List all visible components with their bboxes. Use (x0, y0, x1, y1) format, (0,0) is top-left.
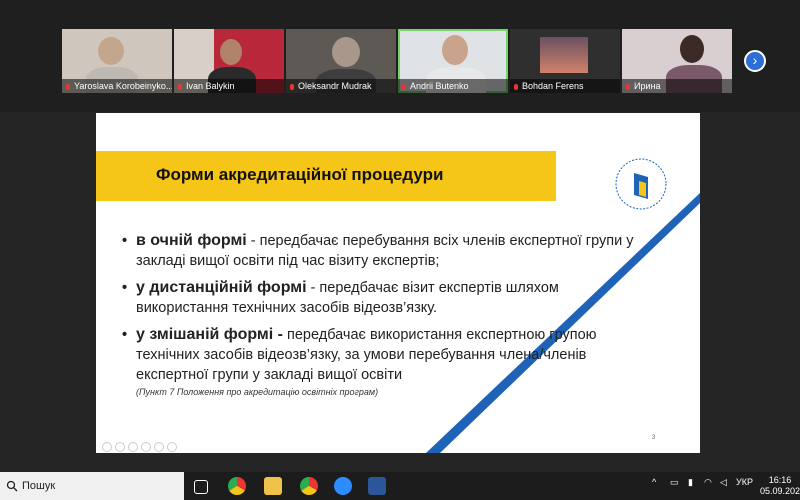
participant-name: Yaroslava Korobeinyko... (62, 79, 172, 93)
bullet-list: • в очній формі - передбачає перебування… (122, 231, 642, 397)
mic-muted-icon (513, 82, 519, 90)
wifi-icon[interactable]: ◠ (704, 477, 712, 488)
bullet-item: • у змішаній формі - передбачає використ… (122, 325, 642, 385)
mic-muted-icon (177, 82, 183, 90)
participant-tile[interactable]: Yaroslava Korobeinyko... (62, 29, 172, 93)
participant-name: Ирина (622, 79, 732, 93)
volume-icon[interactable]: ◁ (720, 477, 727, 488)
participant-avatar (540, 37, 588, 73)
chevron-up-icon[interactable]: ^ (652, 477, 656, 487)
participant-name-text: Ирина (634, 81, 661, 91)
zoom-app-icon[interactable] (334, 477, 352, 495)
bullet-keyword: у змішаній формі - (136, 326, 283, 343)
participant-name: Oleksandr Mudrak (286, 79, 396, 93)
participant-video (442, 35, 468, 65)
bullet-keyword: у дистанційній формі (136, 279, 307, 296)
participant-name: Andrii Butenko (398, 79, 508, 93)
search-label: Пошук (22, 480, 56, 492)
participant-video (220, 39, 242, 65)
taskbar: Пошук ^ ▭ ▮ ◠ ◁ УКР 16:16 05.09.202 (0, 472, 800, 500)
system-clock[interactable]: 16:16 05.09.202 (760, 475, 800, 497)
participant-tile[interactable]: Ivan Balykin (174, 29, 284, 93)
participant-name-text: Ivan Balykin (186, 81, 235, 91)
pen-icon[interactable] (128, 442, 138, 452)
slide-title: Форми акредитаційної процедури (156, 165, 444, 184)
mic-muted-icon (625, 82, 631, 90)
language-indicator[interactable]: УКР (736, 477, 753, 487)
clock-time: 16:16 (768, 475, 792, 485)
participant-tile[interactable]: Bohdan Ferens (510, 29, 620, 93)
bullet-dot: • (122, 233, 128, 249)
bullet-item: • в очній формі - передбачає перебування… (122, 231, 642, 271)
participant-strip: Yaroslava Korobeinyko... Ivan Balykin Ol… (0, 0, 800, 112)
next-slide-icon[interactable] (115, 442, 125, 452)
previous-slide-icon[interactable] (102, 442, 112, 452)
participant-name-text: Andrii Butenko (410, 81, 469, 91)
participant-name-text: Oleksandr Mudrak (298, 81, 372, 91)
shared-slide: Форми акредитаційної процедури • в очній… (96, 113, 700, 453)
participant-tile-active[interactable]: Andrii Butenko (398, 29, 508, 93)
network-icon[interactable]: ▭ (670, 477, 679, 488)
participant-tile[interactable]: Oleksandr Mudrak (286, 29, 396, 93)
search-icon (6, 480, 18, 492)
slide-footnote: (Пункт 7 Положення про акредитацію освіт… (136, 387, 379, 397)
bullet-item: • у дистанційній формі - передбачає візи… (122, 278, 642, 318)
bullet-dot: • (122, 327, 128, 343)
chrome-icon[interactable] (228, 477, 246, 495)
mic-muted-icon (289, 82, 295, 90)
next-participants-button[interactable]: › (744, 50, 766, 72)
view-all-icon[interactable] (141, 442, 151, 452)
mic-muted-icon (401, 82, 407, 90)
participant-name-text: Bohdan Ferens (522, 81, 584, 91)
file-explorer-icon[interactable] (264, 477, 282, 495)
task-view-icon[interactable] (194, 480, 208, 494)
participant-video (332, 37, 360, 67)
bullet-keyword: в очній формі (136, 232, 247, 249)
battery-icon[interactable]: ▮ (688, 477, 693, 488)
participant-video (98, 37, 124, 65)
participant-name: Bohdan Ferens (510, 79, 620, 93)
word-icon[interactable] (368, 477, 386, 495)
chevron-right-icon: › (752, 52, 758, 68)
taskbar-search[interactable]: Пошук (0, 472, 184, 500)
clock-date: 05.09.202 (760, 486, 800, 496)
bullet-dot: • (122, 280, 128, 296)
participant-name-text: Yaroslava Korobeinyko... (74, 81, 172, 91)
zoom-icon[interactable] (154, 442, 164, 452)
participant-name: Ivan Balykin (174, 79, 284, 93)
more-options-icon[interactable] (167, 442, 177, 452)
page-number: 3 (652, 435, 656, 441)
slideshow-toolbar (102, 439, 180, 452)
participant-video (680, 35, 704, 63)
chrome-alt-icon[interactable] (300, 477, 318, 495)
participant-tile[interactable]: Ирина (622, 29, 732, 93)
mic-muted-icon (65, 82, 71, 90)
